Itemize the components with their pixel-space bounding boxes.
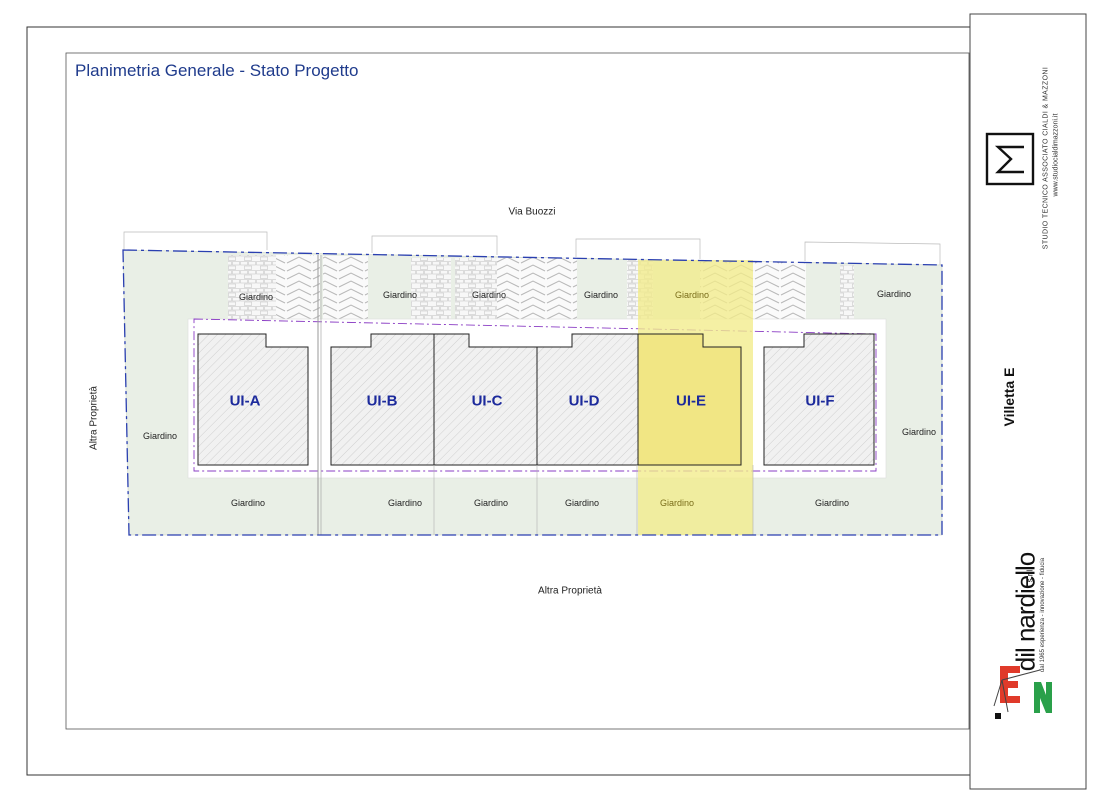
garden-label: Giardino: [674, 290, 710, 300]
unit-label: UI-A: [229, 392, 261, 410]
street-label: Via Buozzi: [508, 206, 556, 218]
paving: [455, 258, 497, 320]
unit-label: UI-D: [568, 392, 600, 410]
driveway: [497, 258, 537, 320]
street-outline: [575, 238, 701, 259]
garden-label: Giardino: [583, 290, 619, 300]
garden-label: Giardino: [901, 427, 937, 437]
garden-label: Giardino: [142, 431, 178, 441]
garden-label: Giardino: [564, 498, 600, 508]
property-label-bottom: Altra Proprietà: [538, 585, 602, 597]
garden-label: Giardino: [659, 498, 695, 508]
driveway: [537, 258, 577, 320]
street-outline: [123, 231, 268, 250]
unit-label: UI-E: [676, 392, 706, 410]
studio-name: STUDIO TECNICO ASSOCIATO CIALDI & MAZZON…: [1042, 66, 1050, 250]
garden-label: Giardino: [238, 292, 274, 302]
unit-label: UI-B: [366, 392, 398, 410]
garden-label: Giardino: [473, 498, 509, 508]
paving: [411, 258, 451, 320]
paving: [228, 255, 276, 320]
studio-website: www.studiocialdimazzoni.it: [1052, 113, 1060, 197]
page-title: Planimetria Generale - Stato Progetto: [75, 61, 359, 80]
garden-label: Giardino: [471, 290, 507, 300]
brand-tagline: dal 1965 esperienza - innovazione - fidu…: [1040, 557, 1046, 673]
street-outline: [371, 235, 498, 255]
brand-suffix: s.r.l.: [1025, 567, 1035, 583]
plan-sheet: [26, 13, 1087, 790]
villa-label: Villetta E: [1001, 367, 1017, 427]
garden-label: Giardino: [387, 498, 423, 508]
driveway: [753, 262, 806, 320]
garden-label: Giardino: [814, 498, 850, 508]
street-outline: [804, 241, 941, 265]
paving: [840, 265, 854, 320]
garden-label: Giardino: [230, 498, 266, 508]
property-label-left: Altra Proprietà: [88, 386, 100, 450]
unit-label: UI-C: [471, 392, 503, 410]
driveway: [323, 256, 368, 320]
unit-label: UI-F: [805, 392, 835, 410]
driveway: [276, 255, 320, 320]
garden-label: Giardino: [382, 290, 418, 300]
garden-label: Giardino: [876, 289, 912, 299]
